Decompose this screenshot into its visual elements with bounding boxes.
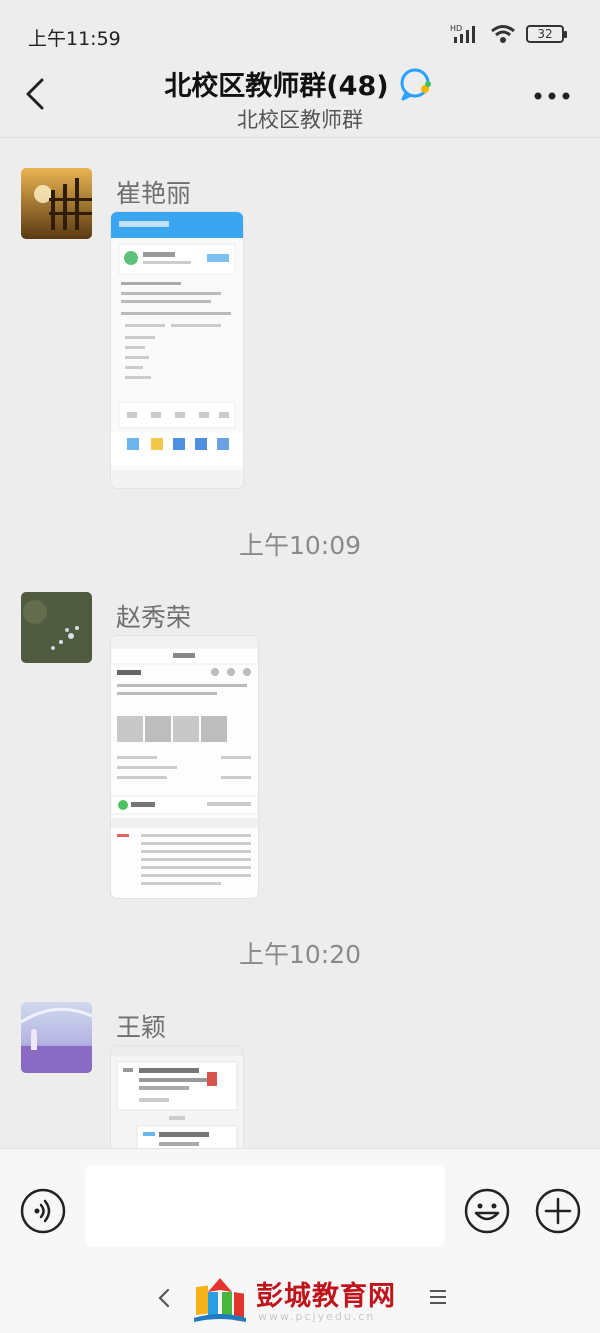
battery-icon: 32 xyxy=(526,25,567,43)
sender-name: 崔艳丽 xyxy=(116,179,192,208)
time-separator: 上午10:20 xyxy=(238,940,362,969)
avatar[interactable] xyxy=(21,168,92,239)
title-row: 北校区教师群(48) xyxy=(0,64,600,103)
watermark-brand: 彭城教育网 xyxy=(256,1281,396,1312)
more-dots-icon[interactable] xyxy=(532,86,572,106)
svg-text:HD: HD xyxy=(450,24,462,33)
page-subtitle: 北校区教师群 xyxy=(237,108,363,132)
chat-bubble-icon xyxy=(400,68,431,100)
avatar[interactable] xyxy=(21,592,92,663)
image-message[interactable] xyxy=(111,636,258,898)
watermark-url: www.pcjyedu.cn xyxy=(258,1310,376,1323)
message-input[interactable] xyxy=(85,1165,445,1247)
plus-icon[interactable] xyxy=(534,1187,582,1235)
chat-header: 北校区教师群(48) 北校区教师群 xyxy=(0,56,600,138)
signal-icon: HD xyxy=(450,24,475,43)
image-message[interactable] xyxy=(111,212,243,488)
chat-messages[interactable]: 崔艳丽 上午10:09 赵秀荣 上午10:20 王颖 xyxy=(0,138,600,1148)
page-title: 北校区教师群(48) xyxy=(164,71,389,102)
menu-icon[interactable] xyxy=(427,1286,449,1308)
voice-icon[interactable] xyxy=(19,1187,67,1235)
status-time: 上午11:59 xyxy=(28,28,121,50)
emoji-icon[interactable] xyxy=(463,1187,511,1235)
status-icons: HD 32 xyxy=(450,22,567,46)
system-back-icon[interactable] xyxy=(150,1284,178,1312)
sender-name: 王颖 xyxy=(116,1013,167,1042)
system-nav-bar: 彭城教育网 www.pcjyedu.cn xyxy=(0,1260,600,1333)
logo xyxy=(194,1278,246,1322)
wifi-icon xyxy=(491,25,515,43)
sender-name: 赵秀荣 xyxy=(116,603,192,632)
image-message[interactable] xyxy=(111,1046,243,1148)
time-separator: 上午10:09 xyxy=(238,531,362,560)
input-bar xyxy=(0,1148,600,1260)
avatar[interactable] xyxy=(21,1002,92,1073)
